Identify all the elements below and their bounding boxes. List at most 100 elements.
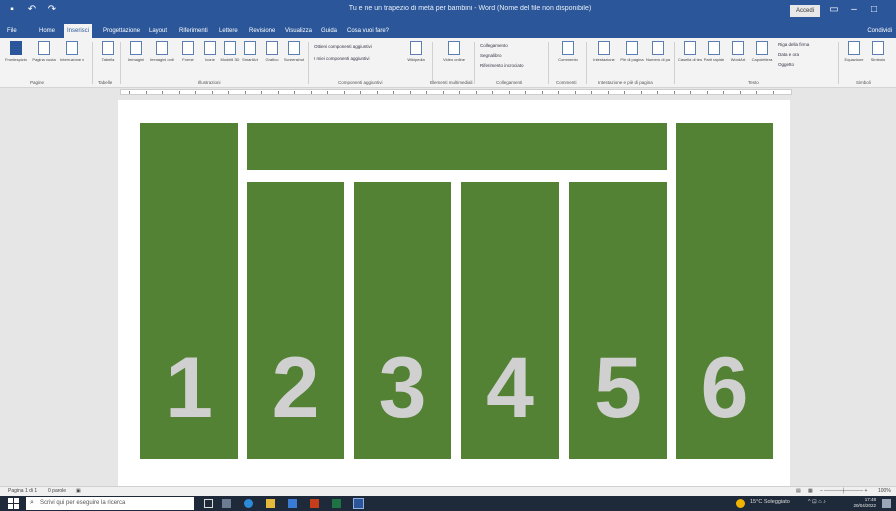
tab-file[interactable]: File xyxy=(4,24,20,38)
tab-home[interactable]: Home xyxy=(36,24,58,38)
excel-icon[interactable] xyxy=(332,499,341,508)
page-break-button[interactable]: Interruzione di pagina xyxy=(60,41,84,79)
footer-button[interactable]: Piè di pagina xyxy=(620,41,644,79)
edge-icon[interactable] xyxy=(244,499,253,508)
table-button[interactable]: Tabella xyxy=(96,41,120,79)
block-4[interactable]: 4 xyxy=(461,182,559,459)
clock[interactable]: 17:48 20/04/2022 xyxy=(850,497,876,509)
block-2[interactable]: 2 xyxy=(247,182,344,459)
windows-start-icon[interactable] xyxy=(8,498,19,509)
ruler-tick xyxy=(475,91,477,94)
header-button[interactable]: Intestazione xyxy=(592,41,616,79)
ruler-tick xyxy=(409,91,411,94)
group-separator xyxy=(674,42,675,84)
maximize-icon[interactable]: □ xyxy=(866,3,882,17)
object-button[interactable]: Oggetto xyxy=(778,62,794,67)
notifications-icon[interactable] xyxy=(882,499,891,508)
signature-line-button[interactable]: Riga della firma xyxy=(778,42,809,47)
ruler-tick xyxy=(723,91,724,94)
quick-parts-icon xyxy=(708,41,720,55)
share-button[interactable]: Condividi xyxy=(867,25,892,37)
bookmark-button[interactable]: Segnalibro xyxy=(480,53,502,58)
block-top[interactable] xyxy=(247,123,667,170)
tab-references[interactable]: Riferimenti xyxy=(176,24,211,38)
ruler-tick xyxy=(640,91,642,94)
link-button[interactable]: Collegamento xyxy=(480,43,508,48)
group-separator xyxy=(432,42,433,84)
block-2-number: 2 xyxy=(271,340,320,436)
ruler-tick xyxy=(360,91,361,94)
wikipedia-button[interactable]: Wikipedia xyxy=(404,41,428,79)
get-addins-button[interactable]: Ottieni componenti aggiuntivi xyxy=(314,44,372,49)
tab-insert[interactable]: Inserisci xyxy=(64,24,93,38)
task-view-icon[interactable] xyxy=(222,499,231,508)
tab-review[interactable]: Revisione xyxy=(246,24,278,38)
block-5[interactable]: 5 xyxy=(569,182,667,459)
zoom-slider[interactable]: – ─────┼───── + xyxy=(820,488,867,494)
word-icon[interactable] xyxy=(353,498,364,509)
zoom-level[interactable]: 100% xyxy=(878,488,891,494)
block-3[interactable]: 3 xyxy=(354,182,451,459)
shapes-button[interactable]: Forme xyxy=(176,41,200,79)
document-page[interactable]: 1 2 3 4 5 6 xyxy=(118,100,790,486)
horizontal-ruler[interactable] xyxy=(120,89,792,95)
comment-button[interactable]: Commento xyxy=(556,41,580,79)
screenshot-button[interactable]: Screenshot xyxy=(282,41,306,79)
window-title: Tu e ne un trapezio di metà per bambini … xyxy=(348,5,592,12)
file-explorer-icon[interactable] xyxy=(266,499,275,508)
quick-parts-button[interactable]: Parti rapide xyxy=(702,41,726,79)
wordart-button[interactable]: WordArt xyxy=(726,41,750,79)
weather-icon[interactable] xyxy=(736,499,745,508)
date-time-button[interactable]: Data e ora xyxy=(778,52,799,57)
online-video-button[interactable]: Video online xyxy=(442,41,466,79)
symbol-button[interactable]: Simbolo xyxy=(866,41,890,79)
undo-icon[interactable]: ↶ xyxy=(26,4,38,16)
weather-text[interactable]: 15°C Soleggiato xyxy=(750,499,790,505)
powerpoint-icon[interactable] xyxy=(310,499,319,508)
proofing-icon[interactable]: ▣ xyxy=(76,488,81,494)
print-layout-icon[interactable]: ▦ xyxy=(808,488,813,494)
group-separator xyxy=(474,42,475,84)
drop-cap-button[interactable]: Capolettera xyxy=(750,41,774,79)
ruler-tick xyxy=(591,91,592,94)
chart-button[interactable]: Grafico xyxy=(260,41,284,79)
ruler-row xyxy=(0,88,896,96)
crossref-button[interactable]: Riferimento incrociato xyxy=(480,63,524,68)
tell-me-box[interactable]: Cosa vuoi fare? xyxy=(344,24,392,38)
tab-help[interactable]: Guida xyxy=(318,24,340,38)
mail-icon[interactable] xyxy=(288,499,297,508)
minimize-icon[interactable]: – xyxy=(846,3,862,17)
ruler-tick xyxy=(492,91,493,94)
smartart-icon xyxy=(244,41,256,55)
system-tray-icons[interactable]: ^ ⊡ ⌂ ♪ xyxy=(808,499,826,505)
cover-page-button[interactable]: Frontespizio xyxy=(4,41,28,79)
ruler-tick xyxy=(442,91,444,94)
pictures-button[interactable]: Immagini xyxy=(124,41,148,79)
search-placeholder: Scrivi qui per eseguire la ricerca xyxy=(40,500,126,506)
my-addins-button[interactable]: I miei componenti aggiuntivi xyxy=(314,56,370,61)
page-count[interactable]: Pagina 1 di 1 xyxy=(8,488,37,494)
cortana-icon[interactable] xyxy=(204,499,213,508)
save-icon[interactable]: ▪ xyxy=(6,4,18,16)
signin-button[interactable]: Accedi xyxy=(790,5,820,17)
redo-icon[interactable]: ↷ xyxy=(46,4,58,16)
equation-button[interactable]: Equazione xyxy=(842,41,866,79)
blank-page-button[interactable]: Pagina vuota xyxy=(32,41,56,79)
read-mode-icon[interactable]: ▤ xyxy=(796,488,801,494)
ribbon-display-icon[interactable]: ▭ xyxy=(826,3,842,17)
smartart-button[interactable]: SmartArt xyxy=(238,41,262,79)
word-count[interactable]: 0 parole xyxy=(48,488,66,494)
text-box-button[interactable]: Casella di testo xyxy=(678,41,702,79)
tab-mailings[interactable]: Lettere xyxy=(216,24,241,38)
online-pictures-button[interactable]: Immagini online xyxy=(150,41,174,79)
ruler-tick xyxy=(376,91,378,94)
taskbar-search-box[interactable]: ⌕ Scrivi qui per eseguire la ricerca xyxy=(26,497,194,510)
block-6[interactable]: 6 xyxy=(676,123,773,459)
tab-design[interactable]: Progettazione xyxy=(100,24,143,38)
page-number-button[interactable]: Numero di pagina xyxy=(646,41,670,79)
block-1[interactable]: 1 xyxy=(140,123,238,459)
tab-layout[interactable]: Layout xyxy=(146,24,170,38)
group-label-illustrations: Illustrazioni xyxy=(198,80,221,85)
tab-view[interactable]: Visualizza xyxy=(282,24,315,38)
group-separator xyxy=(838,42,839,84)
